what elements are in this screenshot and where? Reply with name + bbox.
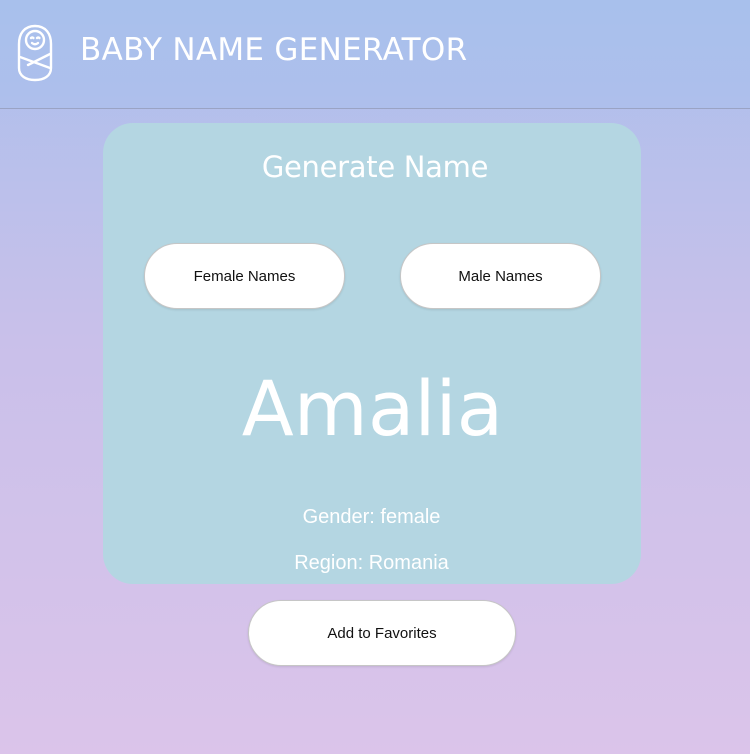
female-names-button[interactable]: Female Names (144, 243, 345, 309)
add-to-favorites-button[interactable]: Add to Favorites (248, 600, 516, 666)
card-title: Generate Name (261, 150, 489, 184)
male-names-button[interactable]: Male Names (400, 243, 601, 309)
generated-name: Amalia (241, 364, 504, 453)
gender-label: Gender: female (302, 506, 441, 528)
region-label: Region: Romania (294, 552, 449, 574)
app-header: BABY NAME GENERATOR (0, 0, 750, 109)
swaddled-baby-icon (16, 24, 54, 82)
app-title: BABY NAME GENERATOR (80, 32, 468, 68)
